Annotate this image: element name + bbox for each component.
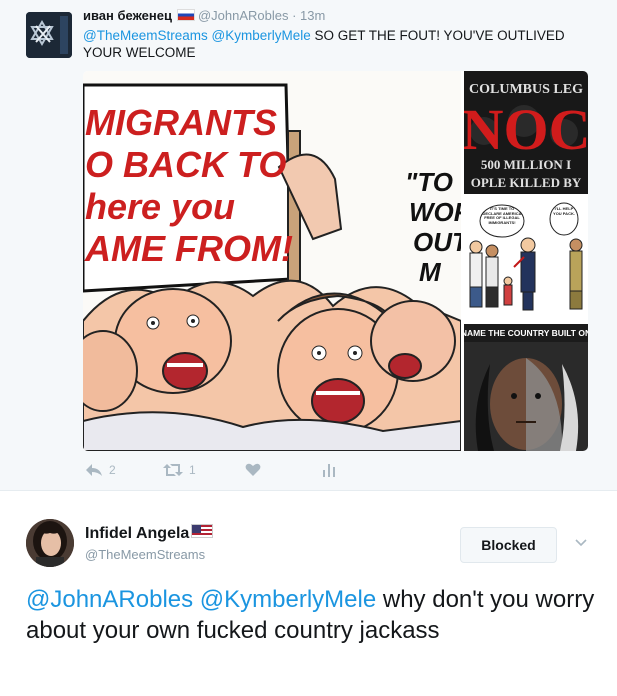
chevron-down-icon[interactable] <box>574 535 588 549</box>
tweet-timestamp[interactable]: 13m <box>300 8 325 23</box>
mention-link[interactable]: @KymberlyMele <box>200 586 376 613</box>
thumb2-bubble-right: I'LL HELP YOU PACK. <box>553 207 575 216</box>
tweet-media-grid: MIGRANTS O BACK TO here you AME FROM! "T… <box>83 71 588 451</box>
sign-line-4: AME FROM! <box>84 228 293 269</box>
reply-text: @JohnARobles @KymberlyMele why don't you… <box>26 584 596 646</box>
reply-action[interactable]: 2 <box>85 460 116 480</box>
media-thumb-portrait[interactable]: NAME THE COUNTRY BUILT ON <box>464 324 588 451</box>
analytics-action[interactable] <box>323 460 335 480</box>
sign-line-3: here you <box>85 186 235 227</box>
mention-link[interactable]: @JohnARobles <box>26 586 193 613</box>
heart-icon <box>245 463 261 476</box>
thumb3-title: NAME THE COUNTRY BUILT ON <box>464 328 588 338</box>
thumb1-line-2: NOC <box>464 97 588 162</box>
sign-line-1: MIGRANTS <box>85 102 277 143</box>
speech-line-3: OUT <box>413 227 461 257</box>
thumb1-line-4: OPLE KILLED BY <box>471 175 582 190</box>
reply-author-avatar[interactable] <box>26 519 74 567</box>
russia-flag-icon <box>176 9 195 21</box>
speech-line-4: M <box>419 257 442 287</box>
thumb2-bubble-left: IT'S TIME TO DECLARE AMERICA FREE OF ILL… <box>482 207 522 225</box>
author-name[interactable]: иван беженец <box>83 8 172 23</box>
reply-tweet: Infidel Angela @TheMeemStreams Blocked @… <box>0 490 617 696</box>
blocked-button[interactable]: Blocked <box>460 527 557 563</box>
reply-author-handle[interactable]: @TheMeemStreams <box>85 547 205 562</box>
reply-count: 2 <box>109 463 116 477</box>
usa-flag-icon <box>191 524 214 538</box>
sign-line-2: O BACK TO <box>85 144 286 185</box>
reply-icon <box>86 464 102 476</box>
thumb1-line-3: 500 MILLION I <box>481 157 571 172</box>
retweet-action[interactable]: 1 <box>163 460 196 480</box>
tweet-text: @TheMeemStreams @KymberlyMele SO GET THE… <box>83 27 603 61</box>
original-tweet: иван беженец @JohnARobles · 13m @TheMeemS… <box>0 0 617 490</box>
speech-line-1: "TO <box>405 167 453 197</box>
user-avatar[interactable] <box>26 12 72 58</box>
speech-line-2: WOR <box>409 197 461 227</box>
author-handle[interactable]: @JohnARobles <box>198 8 289 23</box>
reply-author-name[interactable]: Infidel Angela <box>85 525 189 542</box>
like-action[interactable] <box>245 460 261 480</box>
analytics-icon <box>323 463 335 477</box>
media-thumb-cartoon[interactable]: IT'S TIME TO DECLARE AMERICA FREE OF ILL… <box>464 197 588 321</box>
mention-link[interactable]: @TheMeemStreams <box>83 28 208 43</box>
media-thumb-columbus[interactable]: COLUMBUS LEG NOC 500 MILLION I OPLE KILL… <box>464 71 588 194</box>
thumb1-line-1: COLUMBUS LEG <box>469 82 583 97</box>
tweet-action-bar: 2 1 <box>85 460 385 482</box>
tweet-header: иван беженец @JohnARobles · 13m <box>83 8 325 23</box>
reply-author-name-row: Infidel Angela <box>85 524 214 543</box>
retweet-icon <box>163 464 183 476</box>
mention-link[interactable]: @KymberlyMele <box>212 28 311 43</box>
retweet-count: 1 <box>189 463 196 477</box>
media-main-cartoon[interactable]: MIGRANTS O BACK TO here you AME FROM! "T… <box>83 71 473 451</box>
separator-dot: · <box>288 8 301 23</box>
